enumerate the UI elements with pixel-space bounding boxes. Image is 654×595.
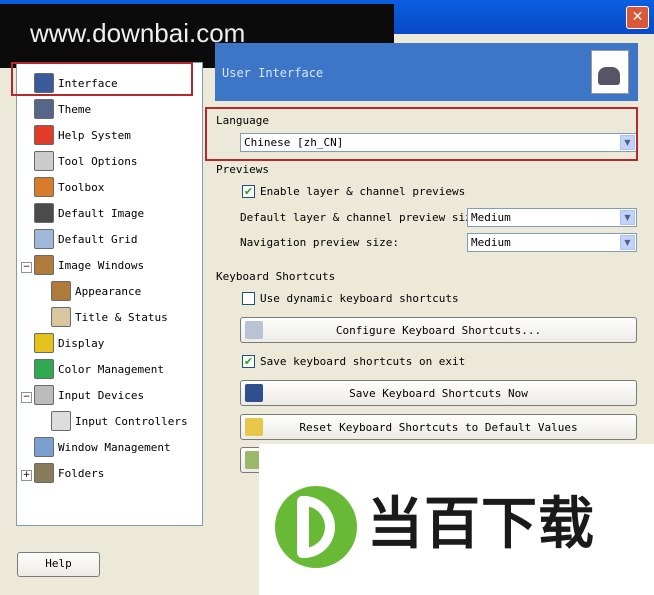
chevron-down-icon: ▼ bbox=[620, 235, 635, 250]
save-on-exit-checkbox[interactable]: ✔ bbox=[242, 355, 255, 368]
tree-item-label: Theme bbox=[58, 102, 92, 116]
display-icon bbox=[34, 333, 54, 353]
tree-item-label: Input Controllers bbox=[75, 414, 188, 428]
preview-size-value: Medium bbox=[471, 211, 511, 224]
tree-item-image-windows[interactable]: Image Windows bbox=[34, 254, 144, 276]
chevron-down-icon: ▼ bbox=[620, 210, 635, 225]
save-shortcuts-now-label: Save Keyboard Shortcuts Now bbox=[349, 387, 528, 400]
tree-item-label: Help System bbox=[58, 128, 131, 142]
dynamic-shortcuts-checkbox[interactable] bbox=[242, 292, 255, 305]
color-management-icon bbox=[34, 359, 54, 379]
collapse-input-devices-icon[interactable]: − bbox=[21, 392, 32, 403]
tree-item-theme[interactable]: Theme bbox=[34, 98, 91, 120]
tree-item-title-status[interactable]: Title & Status bbox=[51, 306, 168, 328]
tree-item-label: Appearance bbox=[75, 284, 142, 298]
configure-shortcuts-button[interactable]: Configure Keyboard Shortcuts... bbox=[240, 317, 637, 343]
tree-item-label: Default Image bbox=[58, 206, 145, 220]
tree-item-default-grid[interactable]: Default Grid bbox=[34, 228, 137, 250]
tree-item-label: Image Windows bbox=[58, 258, 145, 272]
enable-previews-checkbox[interactable]: ✔ bbox=[242, 185, 255, 198]
watermark-logo: 当百下载 bbox=[259, 444, 654, 595]
preview-size-label: Default layer & channel preview size: bbox=[240, 211, 486, 224]
theme-icon bbox=[34, 99, 54, 119]
reset-shortcuts-label: Reset Keyboard Shortcuts to Default Valu… bbox=[299, 421, 578, 434]
shortcuts-heading: Keyboard Shortcuts bbox=[216, 270, 336, 283]
reset-shortcuts-button[interactable]: Reset Keyboard Shortcuts to Default Valu… bbox=[240, 414, 637, 440]
check-mark-icon: ✔ bbox=[243, 185, 254, 198]
tree-item-label: Input Devices bbox=[58, 388, 145, 402]
tree-item-input-devices[interactable]: Input Devices bbox=[34, 384, 144, 406]
input-devices-icon bbox=[34, 385, 54, 405]
tree-item-label: Title & Status bbox=[75, 310, 168, 324]
tree-item-label: Color Management bbox=[58, 362, 164, 376]
default-image-icon bbox=[34, 203, 54, 223]
window-management-icon bbox=[34, 437, 54, 457]
help-button[interactable]: Help bbox=[17, 552, 100, 577]
folders-icon bbox=[34, 463, 54, 483]
collapse-image-windows-icon[interactable]: − bbox=[21, 262, 32, 273]
tree-item-window-management[interactable]: Window Management bbox=[34, 436, 171, 458]
gimp-icon bbox=[591, 50, 629, 94]
default-grid-icon bbox=[34, 229, 54, 249]
tree-item-tool-options[interactable]: Tool Options bbox=[34, 150, 137, 172]
tree-item-label: Toolbox bbox=[58, 180, 105, 194]
configure-shortcuts-label: Configure Keyboard Shortcuts... bbox=[335, 324, 542, 337]
image-windows-icon bbox=[34, 255, 54, 275]
nav-size-select[interactable]: Medium ▼ bbox=[467, 233, 637, 252]
enable-previews-label: Enable layer & channel previews bbox=[260, 185, 466, 198]
tree-item-default-image[interactable]: Default Image bbox=[34, 202, 144, 224]
previews-heading: Previews bbox=[216, 163, 269, 176]
expand-folders-icon[interactable]: + bbox=[21, 470, 32, 481]
tree-item-input-controllers[interactable]: Input Controllers bbox=[51, 410, 188, 432]
language-highlight bbox=[205, 107, 638, 161]
dynamic-shortcuts-label: Use dynamic keyboard shortcuts bbox=[260, 292, 459, 305]
appearance-icon bbox=[51, 281, 71, 301]
save-shortcuts-now-button[interactable]: Save Keyboard Shortcuts Now bbox=[240, 380, 637, 406]
interface-highlight bbox=[11, 62, 193, 96]
close-button[interactable]: ✕ bbox=[626, 6, 649, 29]
tree-item-color-management[interactable]: Color Management bbox=[34, 358, 164, 380]
tree-item-appearance[interactable]: Appearance bbox=[51, 280, 141, 302]
logo-text: 当百下载 bbox=[367, 492, 595, 557]
input-controllers-icon bbox=[51, 411, 71, 431]
tree-item-label: Tool Options bbox=[58, 154, 138, 168]
toolbox-icon bbox=[34, 177, 54, 197]
preview-size-select[interactable]: Medium ▼ bbox=[467, 208, 637, 227]
tree-item-help-system[interactable]: Help System bbox=[34, 124, 131, 146]
tree-item-label: Folders bbox=[58, 466, 105, 480]
nav-size-label: Navigation preview size: bbox=[240, 236, 399, 249]
tool-options-icon bbox=[34, 151, 54, 171]
tree-item-folders[interactable]: Folders bbox=[34, 462, 104, 484]
tree-item-label: Default Grid bbox=[58, 232, 138, 246]
tree-item-label: Window Management bbox=[58, 440, 171, 454]
tree-item-label: Display bbox=[58, 336, 105, 350]
tree-item-toolbox[interactable]: Toolbox bbox=[34, 176, 104, 198]
save-on-exit-label: Save keyboard shortcuts on exit bbox=[260, 355, 466, 368]
help-system-icon bbox=[34, 125, 54, 145]
tree-item-display[interactable]: Display bbox=[34, 332, 104, 354]
title-status-icon bbox=[51, 307, 71, 327]
check-mark-icon: ✔ bbox=[243, 355, 254, 368]
page-header: User Interface bbox=[215, 43, 638, 101]
nav-size-value: Medium bbox=[471, 236, 511, 249]
page-title: User Interface bbox=[222, 66, 324, 80]
